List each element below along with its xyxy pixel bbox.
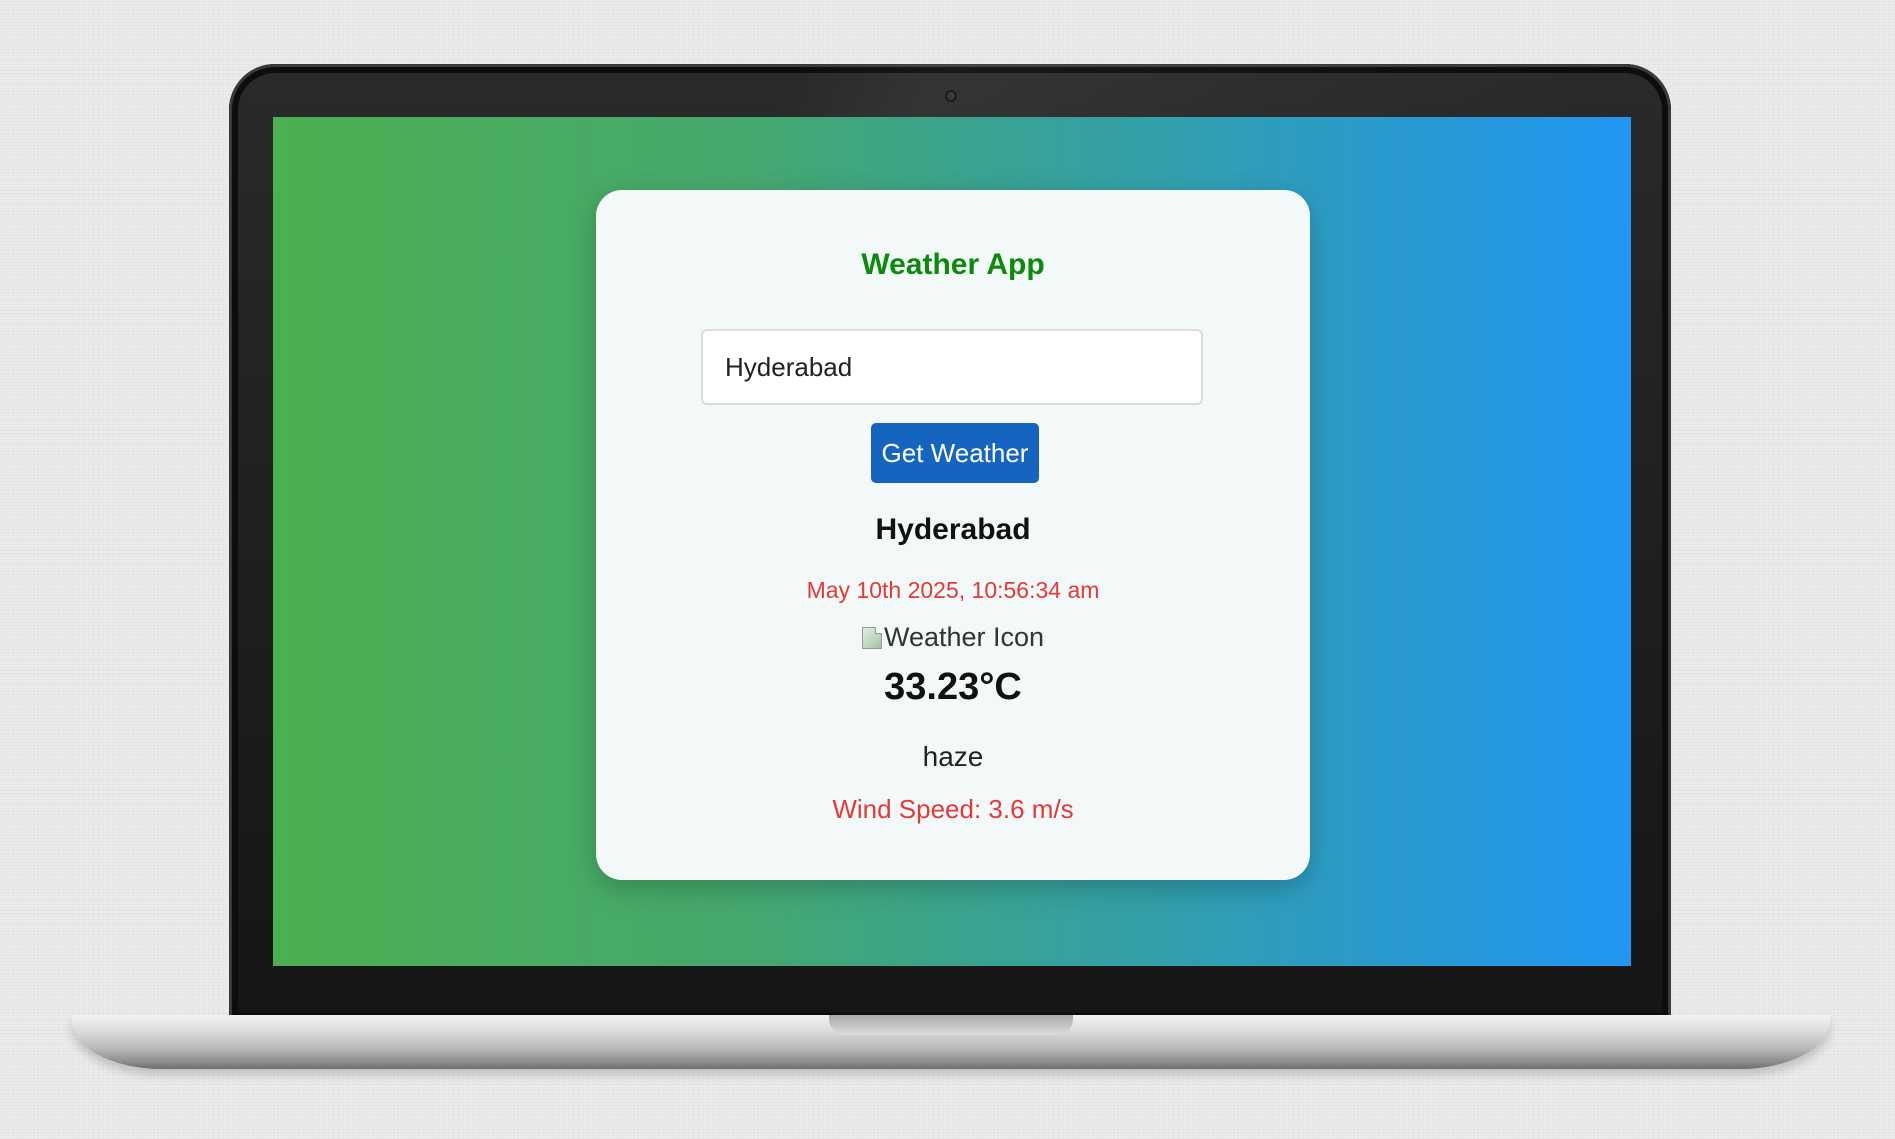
broken-image-icon (861, 626, 882, 649)
get-weather-button[interactable]: Get Weather (871, 423, 1039, 483)
base-notch (829, 1015, 1073, 1035)
lid-gloss (776, 64, 1622, 118)
weather-icon-alt-text: Weather Icon (883, 622, 1045, 652)
wind-speed: Wind Speed: 3.6 m/s (832, 794, 1074, 824)
camera-icon (947, 92, 955, 100)
temperature: 33.23°C (884, 666, 1022, 708)
laptop-base (72, 1015, 1830, 1069)
city-search-input[interactable] (701, 329, 1203, 405)
weather-card: Weather App Get Weather Hyderabad May 10… (596, 190, 1310, 880)
date-time: May 10th 2025, 10:56:34 am (806, 577, 1100, 603)
app-screen: Weather App Get Weather Hyderabad May 10… (273, 117, 1631, 966)
city-name: Hyderabad (875, 513, 1031, 546)
weather-icon: Weather Icon (596, 622, 1310, 653)
weather-description: haze (922, 741, 984, 772)
page-title: Weather App (861, 248, 1045, 281)
